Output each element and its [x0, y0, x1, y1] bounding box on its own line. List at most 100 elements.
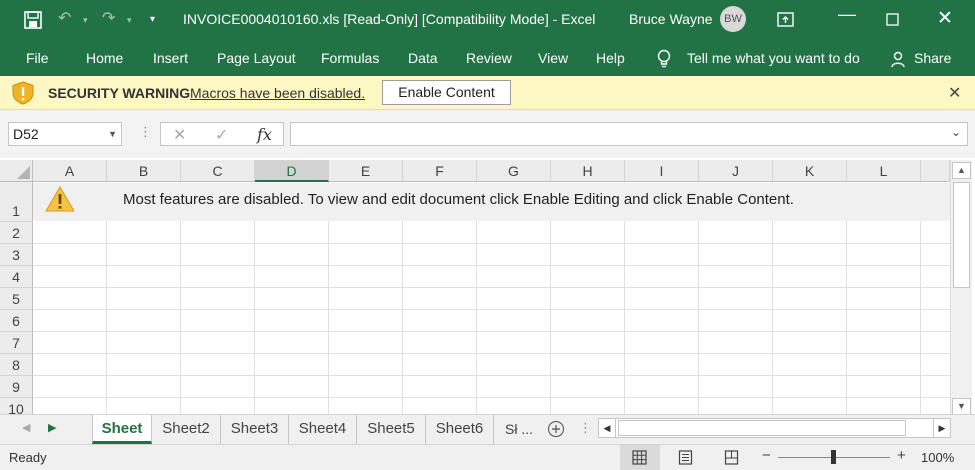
column-header-e[interactable]: E — [329, 160, 403, 182]
page-break-preview-icon[interactable] — [724, 450, 739, 465]
tab-splitter-icon[interactable]: ⋮ — [579, 420, 592, 436]
column-header-c[interactable]: C — [181, 160, 255, 182]
redo-dropdown-icon[interactable]: ▾ — [127, 15, 132, 26]
row-header-3[interactable]: 3 — [0, 244, 33, 266]
security-warning-title: SECURITY WARNING — [48, 85, 191, 101]
select-all-corner[interactable] — [0, 160, 33, 182]
maximize-icon[interactable] — [886, 13, 899, 26]
row-header-8[interactable]: 8 — [0, 354, 33, 376]
ribbon-display-options-icon[interactable] — [777, 12, 794, 27]
user-name[interactable]: Bruce Wayne — [629, 11, 713, 27]
sheet-tab-sheet[interactable]: Sheet — [92, 415, 152, 444]
next-sheet-icon[interactable]: ▶ — [48, 421, 56, 434]
scroll-left-button[interactable]: ◀ — [599, 419, 616, 437]
tab-home[interactable]: Home — [86, 50, 123, 66]
sheet-tab-sheet2[interactable]: Sheet2 — [152, 415, 221, 444]
formula-input[interactable]: ⌄ — [290, 122, 968, 146]
vertical-scrollbar[interactable]: ▲ ▼ — [950, 160, 972, 416]
tell-me-search[interactable]: Tell me what you want to do — [687, 50, 860, 66]
column-header-g[interactable]: G — [477, 160, 551, 182]
customize-qat-icon[interactable]: ▾ — [150, 14, 155, 25]
grid-line — [33, 243, 950, 244]
name-box-dropdown-icon[interactable]: ▼ — [108, 123, 117, 145]
sheet-tab-sheet5[interactable]: Sheet5 — [357, 415, 426, 444]
sheet-tab-sheet4[interactable]: Sheet4 — [289, 415, 357, 444]
row-header-7[interactable]: 7 — [0, 332, 33, 354]
column-header-k[interactable]: K — [773, 160, 847, 182]
minimize-icon[interactable]: — — [838, 4, 856, 25]
tab-formulas[interactable]: Formulas — [321, 50, 379, 66]
zoom-level[interactable]: 100% — [921, 450, 954, 465]
column-header-f[interactable]: F — [403, 160, 477, 182]
zoom-in-icon[interactable]: + — [897, 447, 906, 464]
redo-icon[interactable]: ↷ — [102, 8, 115, 28]
close-warning-icon[interactable]: ✕ — [948, 83, 961, 103]
column-header-a[interactable]: A — [33, 160, 107, 182]
grid-line — [33, 265, 950, 266]
grid-line — [33, 287, 950, 288]
share-person-icon[interactable] — [891, 51, 907, 68]
row-header-1[interactable]: 1 — [0, 182, 33, 222]
column-header-j[interactable]: J — [699, 160, 773, 182]
macros-disabled-link[interactable]: Macros have been disabled. — [190, 85, 365, 101]
tab-file[interactable]: File — [26, 50, 49, 66]
grid-line — [33, 353, 950, 354]
undo-dropdown-icon[interactable]: ▾ — [83, 15, 88, 26]
tab-insert[interactable]: Insert — [153, 50, 188, 66]
formula-buttons: ✕ ✓ fx — [160, 122, 284, 146]
formula-bar: D52 ▼ ⋮ ✕ ✓ fx ⌄ — [0, 110, 975, 158]
prev-sheet-icon[interactable]: ◀ — [22, 421, 30, 434]
tab-view[interactable]: View — [538, 50, 568, 66]
column-header-h[interactable]: H — [551, 160, 625, 182]
vertical-scroll-thumb[interactable] — [953, 182, 970, 288]
close-window-icon[interactable]: ✕ — [937, 7, 953, 30]
row-header-2[interactable]: 2 — [0, 222, 33, 244]
row-header-9[interactable]: 9 — [0, 376, 33, 398]
expand-formula-bar-icon[interactable]: ⌄ — [951, 125, 961, 139]
zoom-slider-thumb[interactable] — [831, 450, 836, 464]
enable-content-button[interactable]: Enable Content — [382, 80, 511, 105]
name-box[interactable]: D52 ▼ — [8, 122, 122, 146]
column-header-l[interactable]: L — [847, 160, 921, 182]
page-layout-view-icon[interactable] — [678, 450, 693, 465]
new-sheet-icon[interactable] — [547, 420, 565, 438]
scroll-down-button[interactable]: ▼ — [952, 398, 971, 415]
row-header-6[interactable]: 6 — [0, 310, 33, 332]
column-header-i[interactable]: I — [625, 160, 699, 182]
zoom-out-icon[interactable]: − — [762, 447, 771, 464]
scroll-up-button[interactable]: ▲ — [952, 162, 971, 179]
normal-view-button[interactable] — [620, 445, 660, 470]
grid-line — [33, 309, 950, 310]
column-header-d[interactable]: D — [255, 160, 329, 182]
insert-function-icon[interactable]: fx — [257, 125, 272, 144]
select-all-triangle-icon — [17, 166, 30, 179]
shield-warning-icon — [12, 81, 34, 105]
sheet-tab-sheet6[interactable]: Sheet6 — [426, 415, 494, 444]
enter-icon[interactable]: ✓ — [215, 125, 228, 145]
column-header-b[interactable]: B — [107, 160, 181, 182]
column-header-partial — [921, 160, 950, 182]
worksheet-grid: A B C D E F G H I J K L 1 2 3 4 5 6 7 8 … — [0, 158, 950, 414]
avatar[interactable]: BW — [720, 6, 746, 32]
sheet-tab-more[interactable]: Sł ... — [494, 415, 544, 444]
tab-data[interactable]: Data — [408, 50, 438, 66]
tab-review[interactable]: Review — [466, 50, 512, 66]
undo-icon[interactable]: ↶ — [58, 8, 71, 28]
horizontal-scroll-thumb[interactable] — [618, 420, 906, 436]
cancel-icon[interactable]: ✕ — [173, 125, 186, 145]
row-header-10[interactable]: 10 — [0, 398, 33, 414]
tab-help[interactable]: Help — [596, 50, 625, 66]
grid-line — [33, 397, 950, 398]
scroll-right-button[interactable]: ▶ — [933, 419, 950, 437]
horizontal-scrollbar[interactable]: ◀ ▶ — [598, 418, 951, 438]
sheet-tab-sheet3[interactable]: Sheet3 — [221, 415, 289, 444]
tab-page-layout[interactable]: Page Layout — [217, 50, 296, 66]
save-icon[interactable] — [24, 11, 42, 29]
lightbulb-icon — [657, 49, 671, 68]
share-button[interactable]: Share — [914, 50, 951, 66]
row-header-4[interactable]: 4 — [0, 266, 33, 288]
formula-bar-separator-icon: ⋮ — [139, 124, 152, 139]
ribbon-tabs: File Home Insert Page Layout Formulas Da… — [0, 40, 975, 76]
normal-view-icon — [632, 450, 647, 465]
row-header-5[interactable]: 5 — [0, 288, 33, 310]
